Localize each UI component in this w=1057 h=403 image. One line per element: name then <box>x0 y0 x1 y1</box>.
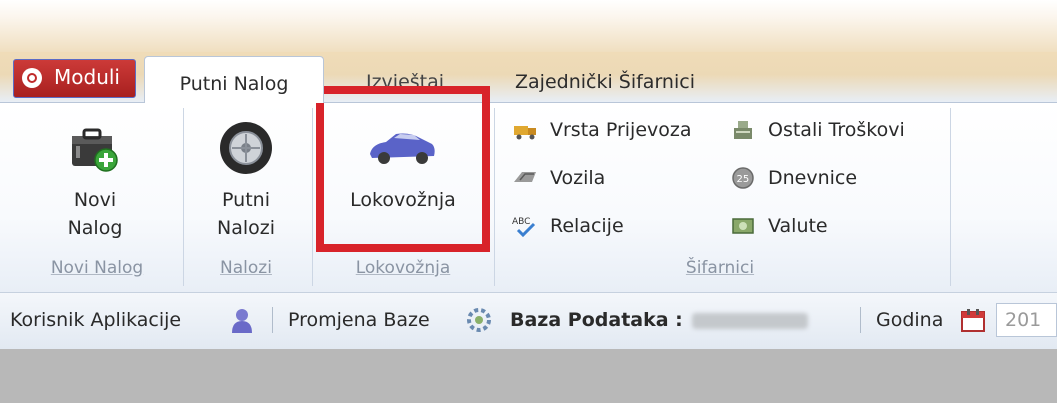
relacije-button[interactable]: ABC Relacije <box>512 212 722 242</box>
group-separator <box>494 108 495 286</box>
user-label: Korisnik Aplikacije <box>10 309 182 331</box>
content-area <box>0 349 1057 403</box>
valute-button[interactable]: Valute <box>730 212 940 242</box>
app-orb-icon <box>22 68 42 88</box>
tire-icon <box>220 122 272 174</box>
svg-text:25: 25 <box>737 174 750 185</box>
vrsta-prijevoza-label: Vrsta Prijevoza <box>550 119 692 141</box>
dnevnice-button[interactable]: 25 Dnevnice <box>730 164 940 194</box>
db-label: Baza Podataka : <box>510 309 683 331</box>
ostali-troskovi-button[interactable]: Ostali Troškovi <box>730 116 940 146</box>
novi-nalog-button[interactable]: Novi Nalog <box>30 118 160 248</box>
group-separator <box>183 108 184 286</box>
novi-nalog-label-line1: Novi <box>73 189 117 211</box>
putni-nalozi-button[interactable]: Putni Nalozi <box>196 118 296 248</box>
train-icon <box>514 172 536 182</box>
vozila-button[interactable]: Vozila <box>512 164 722 194</box>
cash-register-icon <box>734 121 752 139</box>
toolbox-add-icon <box>72 128 118 172</box>
tab-label: Putni Nalog <box>179 73 289 95</box>
moduli-label: Moduli <box>54 65 120 89</box>
tab-label: Zajednički Šifarnici <box>515 71 695 93</box>
tab-zajednicki-sifarnici[interactable]: Zajednički Šifarnici <box>495 55 715 101</box>
year-label: Godina <box>876 309 944 331</box>
calendar-icon[interactable] <box>960 307 986 333</box>
highlight-box <box>316 86 490 252</box>
relacije-label: Relacije <box>550 215 624 237</box>
vrsta-prijevoza-button[interactable]: Vrsta Prijevoza <box>512 116 722 146</box>
status-bar: Korisnik Aplikacije Promjena Baze Baza P… <box>0 292 1057 350</box>
group-separator <box>312 108 313 286</box>
banknote-icon <box>732 218 754 234</box>
group-label-sifarnici: Šifarnici <box>685 258 755 278</box>
tab-putni-nalog[interactable]: Putni Nalog <box>144 56 324 103</box>
group-label-novi-nalog: Novi Nalog <box>50 258 144 278</box>
svg-text:ABC: ABC <box>512 217 530 227</box>
putni-nalozi-label-line2: Nalozi <box>216 217 275 239</box>
db-name-redacted <box>692 313 808 329</box>
year-value: 201 <box>1005 309 1042 331</box>
vozila-label: Vozila <box>550 167 606 189</box>
group-label-nalozi: Nalozi <box>220 258 272 278</box>
user-icon[interactable] <box>230 307 254 333</box>
moduli-button[interactable]: Moduli <box>13 59 136 98</box>
spellcheck-icon: ABC <box>512 217 536 238</box>
putni-nalozi-label-line1: Putni <box>222 189 270 211</box>
title-bar <box>0 0 1057 52</box>
coin-icon: 25 <box>732 167 754 189</box>
group-label-lokovoznja: Lokovožnja <box>355 258 451 278</box>
change-db-label: Promjena Baze <box>288 309 430 331</box>
valute-label: Valute <box>768 215 828 237</box>
database-settings-icon[interactable] <box>466 307 492 333</box>
dnevnice-label: Dnevnice <box>768 167 858 189</box>
year-input[interactable]: 201 <box>996 303 1057 337</box>
group-separator <box>950 108 951 286</box>
novi-nalog-label-line2: Nalog <box>67 217 123 239</box>
ostali-troskovi-label: Ostali Troškovi <box>768 119 905 141</box>
truck-icon <box>514 126 536 140</box>
